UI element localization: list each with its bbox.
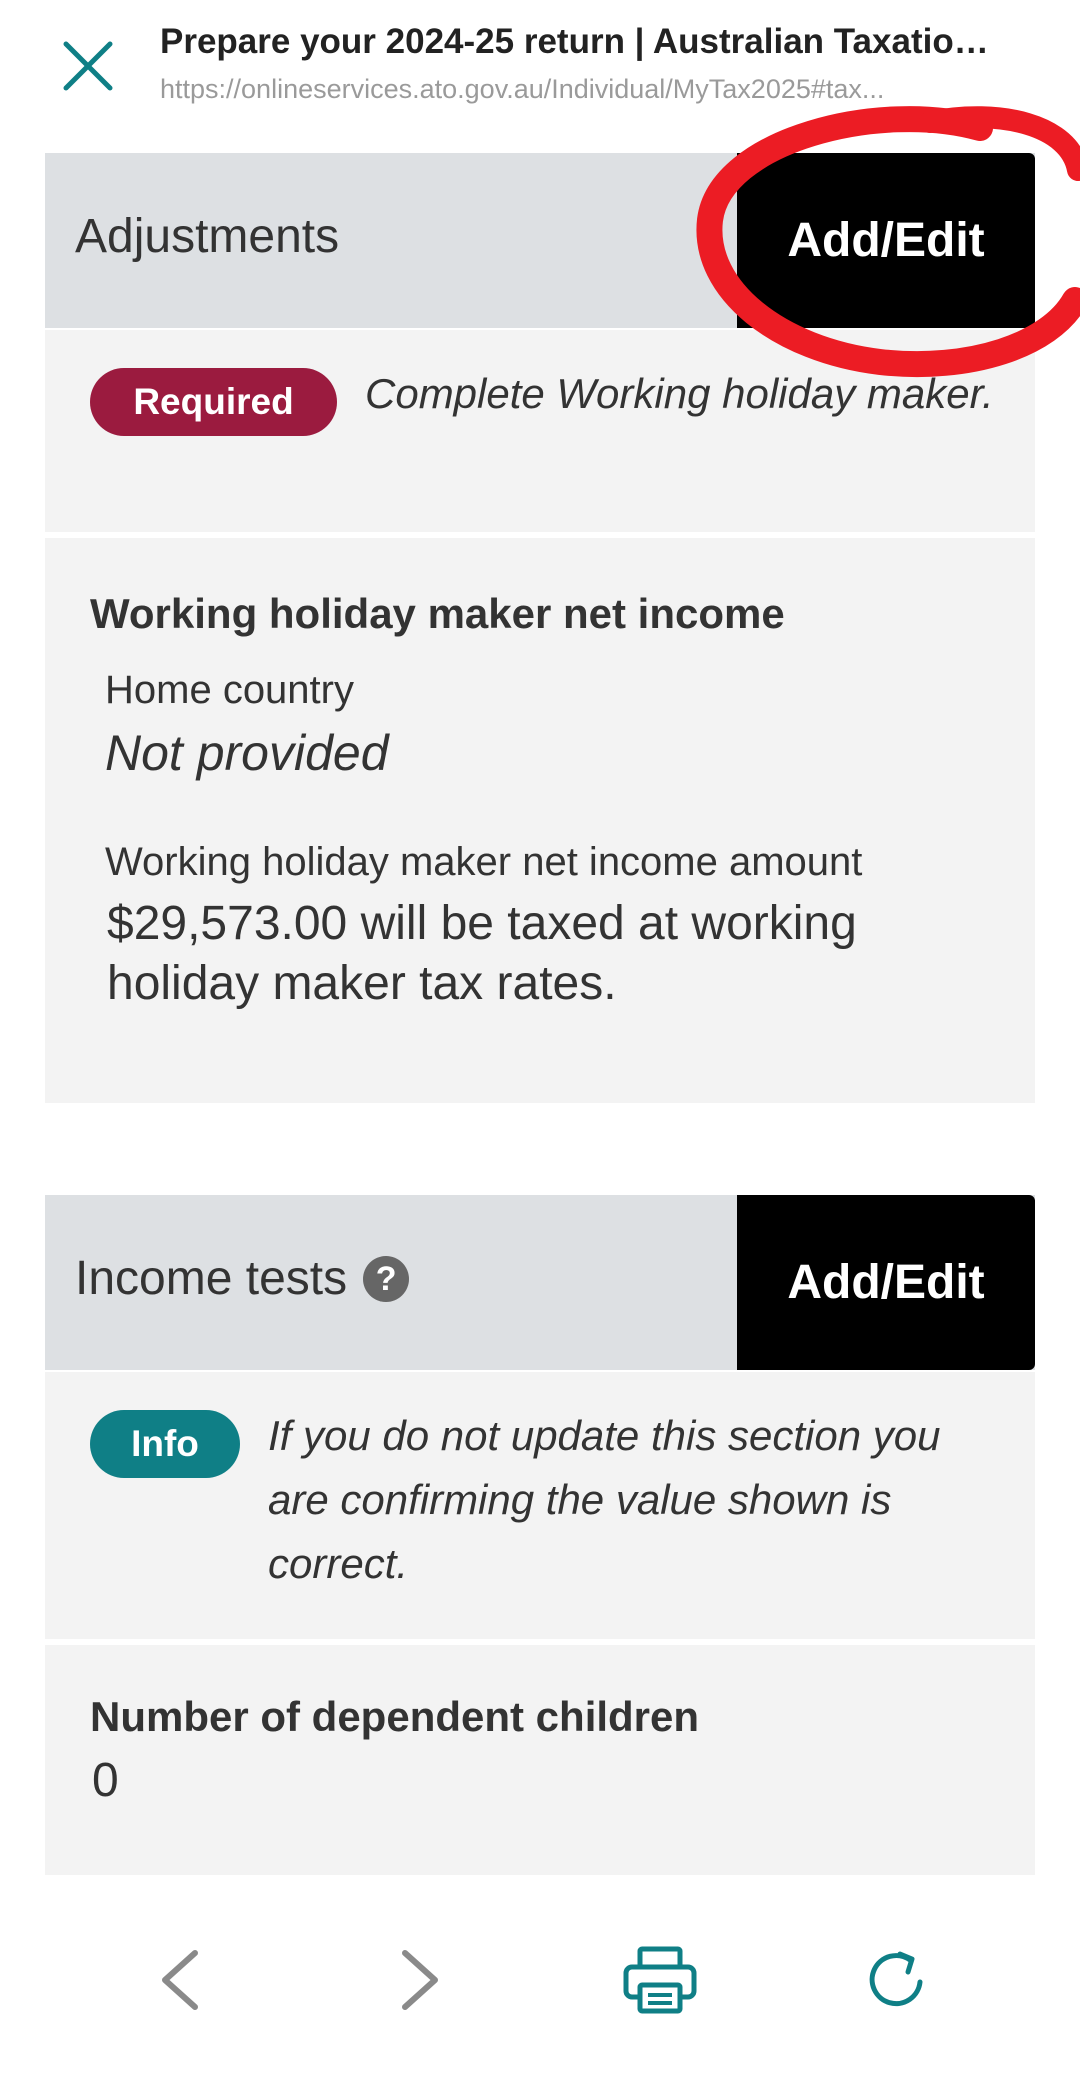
net-income-amount-text: $29,573.00 will be taxed at working holi… xyxy=(107,897,857,1010)
adjustments-add-edit-button[interactable]: Add/Edit xyxy=(737,153,1035,328)
adjustments-header: Adjustments Add/Edit xyxy=(45,153,1035,328)
income-tests-title: Income tests ? xyxy=(75,1251,410,1306)
chevron-left-icon[interactable] xyxy=(140,1940,220,2020)
income-tests-add-edit-button[interactable]: Add/Edit xyxy=(737,1195,1035,1370)
income-tests-title-text: Income tests xyxy=(75,1252,348,1305)
close-icon[interactable] xyxy=(58,36,118,96)
working-holiday-heading: Working holiday maker net income xyxy=(90,590,785,637)
help-icon[interactable]: ? xyxy=(363,1255,410,1302)
page-title: Prepare your 2024-25 return | Australian… xyxy=(160,22,1000,61)
adjustments-required-notice: Required Complete Working holiday maker. xyxy=(45,330,1035,535)
page-url: https://onlineservices.ato.gov.au/Indivi… xyxy=(160,74,885,104)
info-badge: Info xyxy=(90,1410,240,1478)
home-country-value: Not provided xyxy=(105,725,389,781)
home-country-label: Home country xyxy=(105,668,354,712)
working-holiday-panel: Working holiday maker net income Home co… xyxy=(45,538,1035,1103)
dependents-value: 0 xyxy=(92,1754,119,1807)
income-tests-info-notice: Info If you do not update this section y… xyxy=(45,1372,1035,1642)
required-badge: Required xyxy=(90,368,337,436)
bottom-navigation xyxy=(0,1880,1080,2080)
required-notice-text: Complete Working holiday maker. xyxy=(365,370,994,417)
refresh-icon[interactable] xyxy=(858,1940,938,2020)
income-tests-header: Income tests ? Add/Edit xyxy=(45,1195,1035,1370)
chevron-right-icon[interactable] xyxy=(380,1940,460,2020)
info-notice-text: If you do not update this section you ar… xyxy=(268,1412,941,1587)
printer-icon[interactable] xyxy=(620,1940,700,2020)
dependents-label: Number of dependent children xyxy=(90,1693,700,1740)
net-income-amount-label: Working holiday maker net income amount xyxy=(105,840,863,884)
dependents-panel: Number of dependent children 0 xyxy=(45,1645,1035,1875)
adjustments-title: Adjustments xyxy=(75,210,340,263)
browser-top-bar: Prepare your 2024-25 return | Australian… xyxy=(0,0,1080,150)
